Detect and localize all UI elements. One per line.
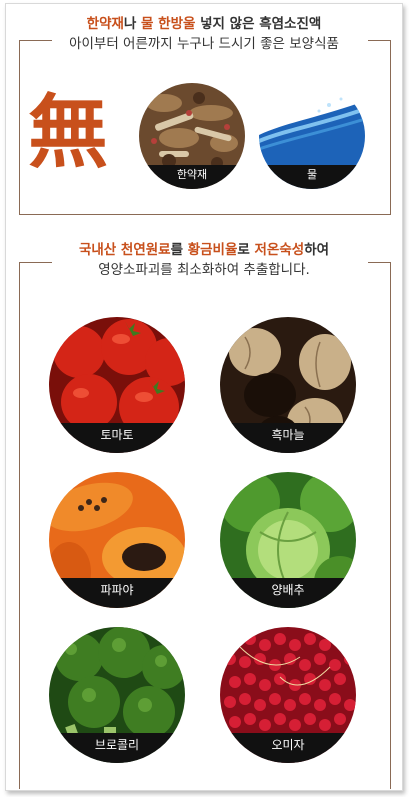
section2-line1-seg: 저온숙성 [254, 242, 305, 258]
section1-line1-seg: 넣지 않은 흑염소진액 [195, 16, 322, 32]
water-circle: 물 [259, 83, 365, 189]
box-top-left-rule [20, 262, 52, 263]
black-garlic-caption: 흑마늘 [220, 423, 356, 453]
section1-line1-seg: 한약재 [86, 16, 124, 32]
cabbage-circle: 양배추 [220, 472, 356, 608]
box-top-left-rule [20, 40, 52, 41]
omija-caption: 오미자 [220, 733, 356, 763]
page-frame: 한약재나 물 한방울 넣지 않은 흑염소진액 아이부터 어른까지 누구나 드시기… [5, 3, 403, 791]
broccoli-caption: 브로콜리 [49, 733, 185, 763]
tomato-caption: 토마토 [49, 423, 185, 453]
section2-line1-seg: 를 [170, 242, 188, 258]
section2-line1-seg: 국내산 천연원료 [78, 242, 171, 258]
tomato-circle: 토마토 [49, 317, 185, 453]
section1-line1-seg: 물 한방울 [141, 16, 196, 32]
broccoli-circle: 브로콜리 [49, 627, 185, 763]
papaya-caption: 파파야 [49, 578, 185, 608]
water-caption: 물 [259, 165, 365, 189]
papaya-circle: 파파야 [49, 472, 185, 608]
black-garlic-circle: 흑마늘 [220, 317, 356, 453]
section2-line1-seg: 황금비율 [187, 242, 238, 258]
herbs-caption: 한약재 [139, 165, 245, 189]
cabbage-caption: 양배추 [220, 578, 356, 608]
section2-line1-seg: 로 [237, 242, 255, 258]
section1-line1: 한약재나 물 한방울 넣지 않은 흑염소진액 [6, 14, 402, 34]
section1-line1-seg: 나 [123, 16, 142, 32]
section2-line1-seg: 하여 [304, 242, 330, 258]
box-top-right-rule [368, 40, 390, 41]
omija-circle: 오미자 [220, 627, 356, 763]
herbs-circle: 한약재 [139, 83, 245, 189]
section2-line1: 국내산 천연원료를 황금비율로 저온숙성하여 [6, 240, 402, 260]
no-symbol: 無 [28, 85, 108, 179]
box-top-right-rule [368, 262, 390, 263]
